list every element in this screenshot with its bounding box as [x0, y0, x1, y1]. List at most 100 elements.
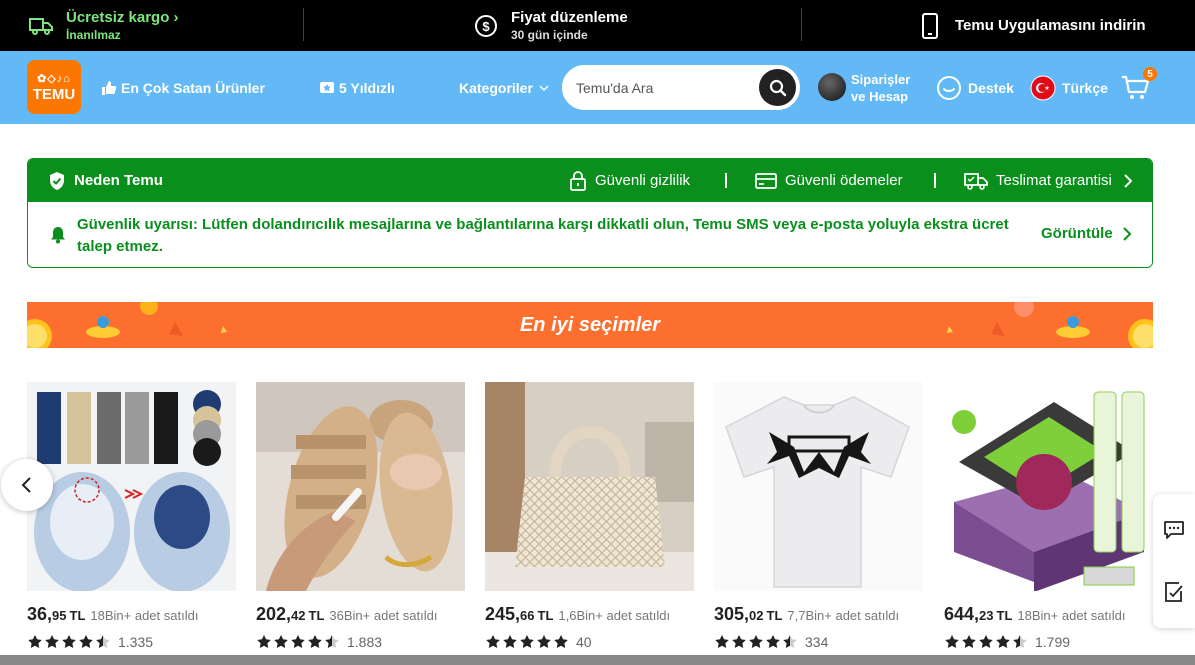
price-row: 305, 02 TL 7,7Bin+ adet satıldı [714, 604, 934, 626]
promo-divider [303, 8, 304, 41]
delivery-guarantee[interactable]: Teslimat garantisi [964, 159, 1142, 202]
product-image[interactable] [944, 382, 1153, 591]
product-card[interactable]: 202, 42 TL 36Bin+ adet satıldı 1.883 [256, 382, 466, 662]
lock-icon [570, 170, 586, 191]
temu-logo[interactable]: ✿◇♪⌂ TEMU [27, 60, 81, 114]
rating-row: 1.883 [256, 633, 382, 651]
logo-text: TEMU [32, 85, 76, 103]
price-adjust-promo[interactable]: $ Fiyat düzenleme 30 gün içinde [473, 0, 628, 51]
search-icon [769, 79, 786, 96]
card-icon [755, 172, 777, 189]
secure-privacy[interactable]: Güvenli gizlilik [569, 159, 690, 202]
account-orders[interactable]: Siparişler ve Hesap [851, 71, 910, 105]
star-icon [732, 635, 746, 648]
feedback-button[interactable] [1153, 562, 1195, 622]
security-alert: Güvenlik uyarısı: Lütfen dolandırıcılık … [28, 202, 1152, 267]
free-shipping-promo[interactable]: Ücretsiz kargo › İnanılmaz [28, 0, 179, 51]
svg-text:$: $ [482, 19, 490, 34]
language-selector[interactable]: Türkçe [1030, 51, 1108, 124]
star-icon [274, 635, 288, 648]
security-alert-text: Güvenlik uyarısı: Lütfen dolandırıcılık … [77, 216, 1009, 255]
sold-count: 36Bin+ adet satıldı [329, 608, 438, 623]
product-card[interactable]: 305, 02 TL 7,7Bin+ adet satıldı 334 [714, 382, 924, 662]
star-icon [308, 635, 322, 648]
search-button[interactable] [759, 69, 796, 106]
banner-title: En iyi seçimler [519, 313, 661, 336]
review-count: 334 [805, 634, 829, 650]
product-card[interactable]: 644, 23 TL 18Bin+ adet satıldı 1.799 [944, 382, 1154, 662]
why-temu-label: Neden Temu [74, 172, 163, 189]
price-integer: 644, [944, 604, 980, 624]
review-count: 40 [576, 634, 592, 650]
secure-payments[interactable]: Güvenli ödemeler [755, 159, 903, 202]
price-currency: TL [308, 608, 325, 623]
nav-bestsellers[interactable]: En Çok Satan Ürünler [101, 51, 265, 124]
price-decimal: 42 [291, 608, 306, 623]
cart-button[interactable] [1121, 51, 1155, 124]
edit-feedback-icon [1165, 582, 1183, 602]
app-download-promo[interactable]: Temu Uygulamasını indirin [917, 0, 1146, 51]
secure-payments-label: Güvenli ödemeler [785, 172, 903, 189]
turkey-flag-icon [1030, 75, 1056, 100]
promo-divider [801, 8, 802, 41]
rating-row: 40 [485, 633, 592, 651]
price-currency: TL [69, 608, 86, 623]
star-icon [554, 635, 568, 648]
chevron-right-icon [1122, 226, 1132, 241]
chat-button[interactable] [1153, 500, 1195, 560]
nav-five-star[interactable]: 5 Yıldızlı [319, 51, 395, 124]
price-integer: 36, [27, 604, 53, 624]
star-rating [714, 634, 799, 650]
price-row: 36, 95 TL 18Bin+ adet satıldı [27, 604, 247, 626]
sold-count: 7,7Bin+ adet satıldı [787, 608, 900, 623]
avatar[interactable] [818, 73, 846, 101]
search-input[interactable] [576, 77, 756, 99]
chat-icon [1164, 521, 1184, 539]
star-icon [503, 635, 517, 648]
view-alert-label: Görüntüle [1041, 225, 1113, 242]
chevron-right-icon: › [173, 9, 179, 26]
star-icon [715, 635, 729, 648]
star-rating [485, 634, 570, 650]
rating-row: 1.799 [944, 633, 1070, 651]
view-alert-link[interactable]: Görüntüle [1041, 225, 1133, 242]
carousel-prev-button[interactable] [1, 459, 53, 511]
promo-app-title: Temu Uygulamasını indirin [955, 17, 1146, 34]
best-picks-banner: En iyi seçimler [27, 302, 1153, 348]
horizontal-scrollbar[interactable] [0, 655, 1195, 665]
why-temu[interactable]: Neden Temu [48, 159, 163, 202]
star-rating [944, 634, 1029, 650]
star-icon [291, 635, 305, 648]
price-decimal: 02 [749, 608, 764, 623]
star-icon [486, 635, 500, 648]
star-icon [749, 635, 763, 648]
chevron-down-icon [539, 84, 549, 91]
price-currency: TL [766, 608, 783, 623]
price-decimal: 66 [520, 608, 535, 623]
secure-privacy-label: Güvenli gizlilik [595, 172, 691, 189]
product-card[interactable]: 245, 66 TL 1,6Bin+ adet satıldı 40 [485, 382, 695, 662]
nav-support[interactable]: Destek [936, 51, 1014, 124]
nav-categories[interactable]: Kategoriler [459, 51, 554, 124]
product-card[interactable]: 36, 95 TL 18Bin+ adet satıldı 1.335 [27, 382, 237, 662]
star-icon [79, 635, 93, 648]
thumbs-up-icon [102, 80, 117, 95]
product-image[interactable] [256, 382, 465, 591]
price-decimal: 23 [979, 608, 994, 623]
product-image[interactable] [485, 382, 694, 591]
language-label: Türkçe [1062, 79, 1108, 96]
price-row: 245, 66 TL 1,6Bin+ adet satıldı [485, 604, 705, 626]
price-currency: TL [537, 608, 554, 623]
account-line1: Siparişler [851, 72, 911, 87]
trust-panel: Neden Temu Güvenli gizlilik Güvenli ödem… [27, 158, 1153, 268]
delivery-truck-icon [964, 172, 988, 190]
promo-shipping-title: Ücretsiz kargo [66, 9, 170, 26]
delivery-guarantee-label: Teslimat garantisi [996, 172, 1112, 189]
product-image[interactable] [27, 382, 236, 591]
star-icon [1013, 635, 1027, 648]
account-line2: ve Hesap [851, 89, 909, 104]
review-count: 1.883 [347, 634, 383, 650]
product-image[interactable] [714, 382, 923, 591]
review-count: 1.799 [1035, 634, 1071, 650]
star-rating [256, 634, 341, 650]
